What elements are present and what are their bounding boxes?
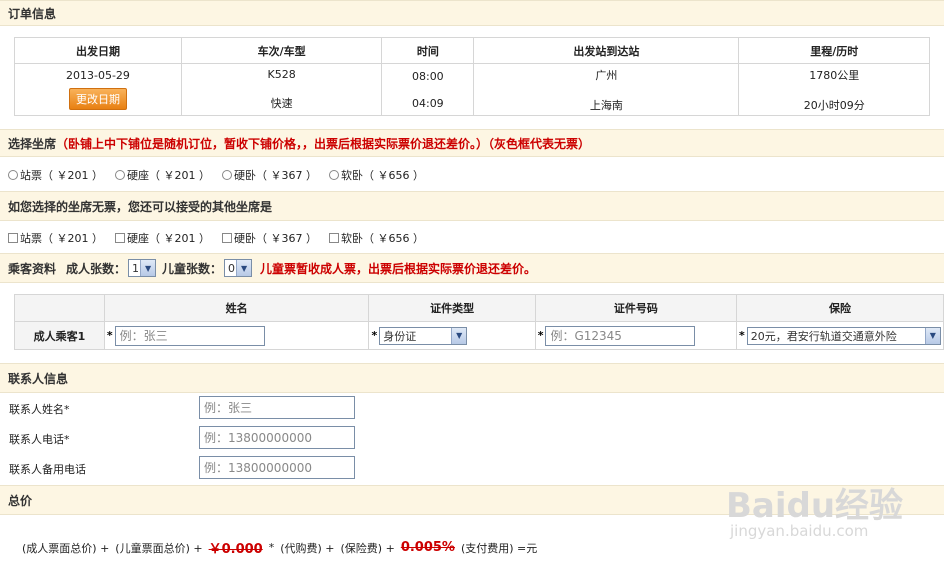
- duration: 20小时09分: [803, 98, 865, 112]
- header-train: 车次/车型: [180, 37, 383, 64]
- total-formula: (成人票面总价) + (儿童票面总价) + ￥0.000 * (代购费) + (…: [22, 538, 537, 557]
- seat-option-hard-seat[interactable]: 硬座（ ￥201 ）: [115, 167, 210, 183]
- passenger-header: 乘客资料 成人张数： 1 ▼ 儿童张数： 0 ▼ 儿童票暂收成人票，出票后根据实…: [0, 253, 944, 283]
- alt-seat-title: 如您选择的坐席无票，您还可以接受的其他坐席是: [8, 199, 273, 214]
- distance: 1780公里: [809, 68, 860, 82]
- header-stations: 出发站到达站: [473, 37, 740, 64]
- seat-select-title: 选择坐席: [8, 136, 57, 151]
- trip-table: 出发日期 车次/车型 时间 出发站到达站 里程/历时 2013-05-29 更改…: [14, 37, 930, 116]
- trip-row: 2013-05-29 更改日期 K528 快速 08:00 04:09 广州 上…: [14, 63, 930, 116]
- payment-fee-label: (支付费用) =元: [460, 541, 538, 555]
- alt-seat-options: 站票（ ￥201 ） 硬座（ ￥201 ） 硬卧（ ￥367 ） 软卧（ ￥65…: [8, 230, 436, 246]
- child-count-label: 儿童张数：: [162, 261, 223, 276]
- travel-time: 04:09: [411, 96, 444, 110]
- service-fee-label: (代购费) +: [280, 541, 335, 555]
- distance-cell: 1780公里 20小时09分: [738, 63, 930, 116]
- multiply-sign: *: [268, 541, 275, 554]
- seat-option-soft-sleeper[interactable]: 软卧（ ￥656 ）: [329, 167, 424, 183]
- radio-icon[interactable]: [222, 170, 232, 180]
- train-type: 快速: [270, 97, 293, 110]
- seat-options: 站票（ ￥201 ） 硬座（ ￥201 ） 硬卧（ ￥367 ） 软卧（ ￥65…: [8, 167, 436, 183]
- contact-title: 联系人信息: [8, 371, 69, 386]
- contact-phone-label: 联系人电话*: [9, 433, 70, 446]
- radio-icon[interactable]: [329, 170, 339, 180]
- required-star: *: [739, 329, 745, 342]
- time-cell: 08:00 04:09: [381, 63, 475, 116]
- required-star: *: [106, 329, 113, 342]
- passenger-table: 姓名 证件类型 证件号码 保险 成人乘客1 * 例：张三 * 身份证 ▼ * 例: [14, 294, 944, 350]
- baidu-watermark-logo: Baidu经验: [726, 486, 904, 526]
- contact-header: 联系人信息: [0, 363, 944, 393]
- header-id-number: 证件号码: [534, 294, 738, 322]
- alt-option-soft-sleeper[interactable]: 软卧（ ￥656 ）: [329, 230, 424, 246]
- checkbox-icon[interactable]: [222, 233, 232, 243]
- contact-alt-phone-label: 联系人备用电话: [9, 463, 86, 476]
- total-title: 总价: [8, 493, 33, 508]
- id-number-input[interactable]: 例：G12345: [545, 325, 696, 346]
- child-price: ￥0.000: [208, 542, 263, 557]
- id-type-select[interactable]: 身份证 ▼: [379, 326, 468, 345]
- checkbox-icon[interactable]: [329, 233, 339, 243]
- stations-cell: 广州 上海南: [473, 63, 740, 116]
- seat-option-standing[interactable]: 站票（ ￥201 ）: [8, 167, 103, 183]
- child-count-select[interactable]: 0 ▼: [224, 259, 253, 277]
- alt-option-hard-sleeper[interactable]: 硬卧（ ￥367 ）: [222, 230, 317, 246]
- seat-select-header: 选择坐席 （卧铺上中下铺位是随机订位，暂收下铺价格，，出票后根据实际票价退还差价…: [0, 129, 944, 157]
- passenger-name-input[interactable]: 例：张三: [114, 325, 265, 346]
- adult-count-label: 成人张数：: [66, 261, 127, 276]
- checkbox-icon[interactable]: [115, 233, 125, 243]
- train-cell: K528 快速: [180, 63, 383, 116]
- chevron-down-icon: ▼: [140, 260, 156, 276]
- checkbox-icon[interactable]: [8, 233, 18, 243]
- passenger-title: 乘客资料: [8, 261, 57, 276]
- header-insurance: 保险: [736, 294, 944, 322]
- seat-select-note: （卧铺上中下铺位是随机订位，暂收下铺价格，，出票后根据实际票价退还差价。）（灰色…: [56, 136, 591, 151]
- baidu-watermark-url: jingyan.baidu.com: [730, 522, 869, 540]
- child-total-label: (儿童票面总价) +: [115, 541, 203, 555]
- header-date: 出发日期: [14, 37, 182, 64]
- insurance-select[interactable]: 20元，君安行轨道交通意外险 ▼: [746, 326, 941, 345]
- alt-seat-header: 如您选择的坐席无票，您还可以接受的其他坐席是: [0, 191, 944, 221]
- order-info-title: 订单信息: [8, 6, 57, 21]
- header-distance: 里程/历时: [738, 37, 930, 64]
- payment-rate: 0.005%: [400, 540, 455, 555]
- required-star: *: [371, 329, 378, 342]
- chevron-down-icon: ▼: [451, 327, 467, 344]
- header-id-type: 证件类型: [368, 294, 536, 322]
- contact-name-input[interactable]: 例：张三: [199, 396, 355, 419]
- chevron-down-icon: ▼: [924, 327, 940, 344]
- contact-phone-input[interactable]: 例：13800000000: [199, 426, 355, 449]
- adult-total-label: (成人票面总价) +: [22, 541, 110, 555]
- order-info-header: 订单信息: [0, 0, 944, 26]
- from-station: 广州: [595, 68, 618, 82]
- alt-option-standing[interactable]: 站票（ ￥201 ）: [8, 230, 103, 246]
- depart-date: 2013-05-29: [66, 69, 130, 82]
- contact-alt-phone-input[interactable]: 例：13800000000: [199, 456, 355, 479]
- insurance-fee-label: (保险费) +: [340, 541, 395, 555]
- depart-time: 08:00: [411, 69, 444, 83]
- header-time: 时间: [381, 37, 475, 64]
- required-star: *: [537, 329, 544, 342]
- table-row: 成人乘客1 * 例：张三 * 身份证 ▼ * 例：G12345 * 20元，君安…: [14, 321, 944, 350]
- train-number: K528: [267, 68, 296, 81]
- child-ticket-note: 儿童票暂收成人票，出票后根据实际票价退还差价。: [260, 261, 537, 276]
- header-name: 姓名: [103, 294, 370, 322]
- seat-option-hard-sleeper[interactable]: 硬卧（ ￥367 ）: [222, 167, 317, 183]
- adult-count-select[interactable]: 1 ▼: [128, 259, 157, 277]
- chevron-down-icon: ▼: [236, 260, 252, 276]
- date-cell: 2013-05-29 更改日期: [14, 63, 182, 116]
- passenger-row-label: 成人乘客1: [14, 321, 105, 350]
- contact-name-label: 联系人姓名*: [9, 403, 70, 416]
- to-station: 上海南: [589, 98, 623, 112]
- change-date-button[interactable]: 更改日期: [68, 88, 127, 110]
- radio-icon[interactable]: [115, 170, 125, 180]
- alt-option-hard-seat[interactable]: 硬座（ ￥201 ）: [115, 230, 210, 246]
- radio-icon[interactable]: [8, 170, 18, 180]
